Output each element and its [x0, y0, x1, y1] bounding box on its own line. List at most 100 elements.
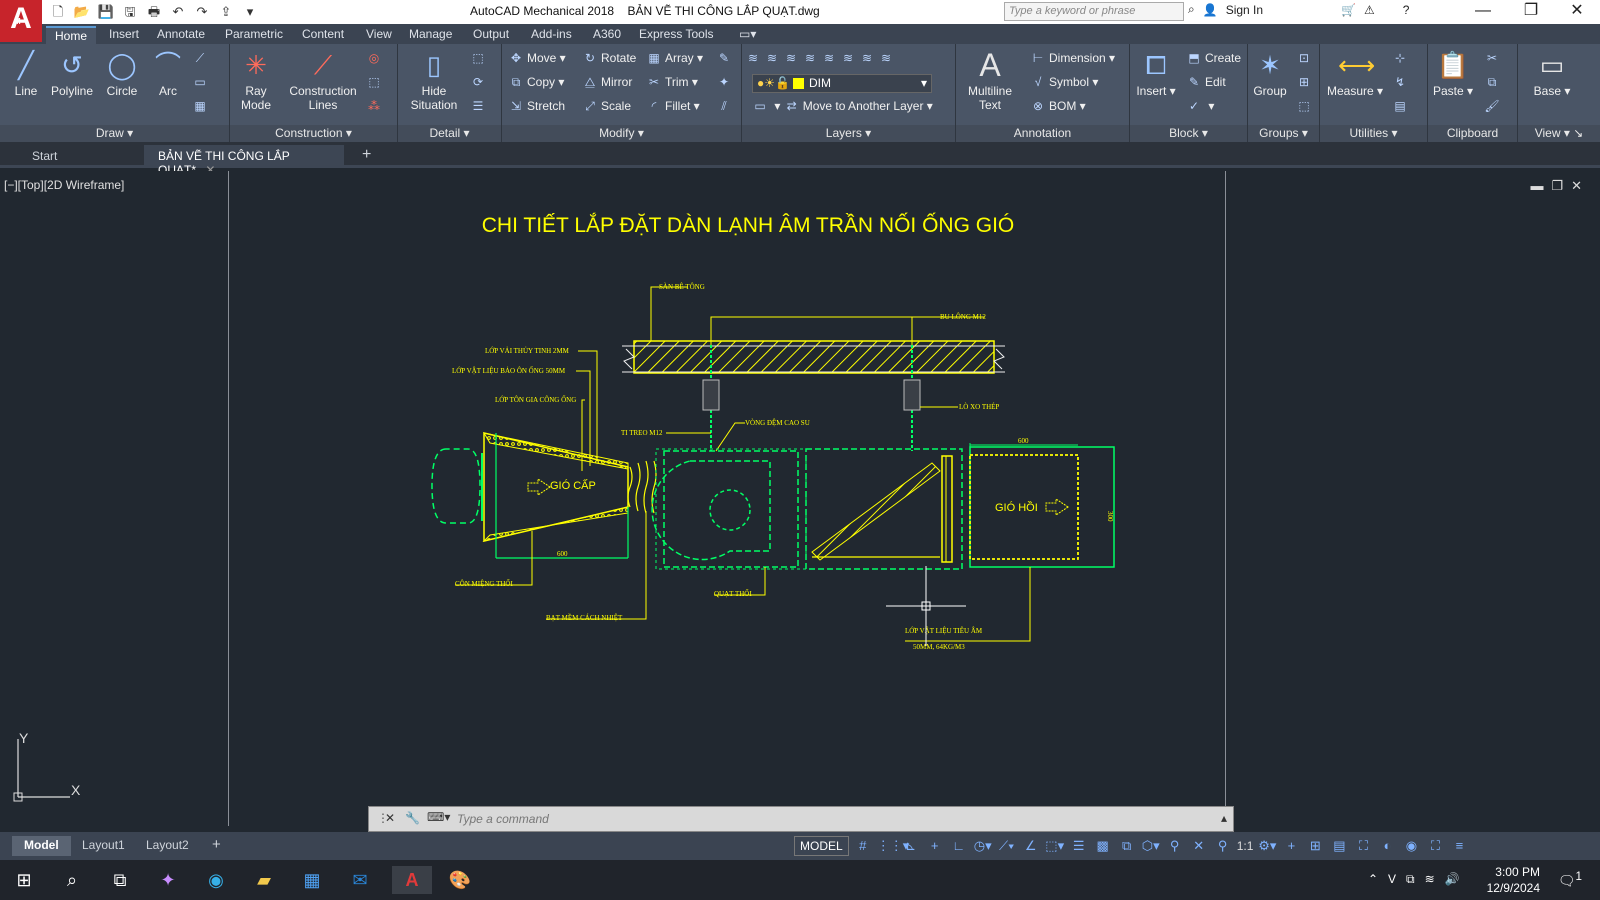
- panel-title-layers[interactable]: Layers ▾: [742, 125, 955, 142]
- ribbon-options-icon[interactable]: ▭▾: [730, 26, 765, 44]
- panel-title-construction[interactable]: Construction ▾: [230, 125, 397, 142]
- close-button[interactable]: ✕: [1554, 0, 1600, 24]
- help-icon[interactable]: ?: [1403, 3, 1410, 17]
- panel-title-modify[interactable]: Modify ▾: [502, 125, 741, 142]
- measure-button[interactable]: ⟷ Measure ▾: [1322, 48, 1388, 98]
- match-properties-button[interactable]: 🖌: [1484, 96, 1503, 116]
- drawing-viewport[interactable]: [−][Top][2D Wireframe] ▬❐✕ CHI TIẾT LẮP …: [0, 171, 1600, 826]
- system-tray-icons[interactable]: ⌃V⧉≋🔊: [1368, 872, 1470, 887]
- exchange-icon[interactable]: ⚠: [1364, 3, 1375, 17]
- tab-express-tools[interactable]: Express Tools: [630, 26, 722, 44]
- trim-button[interactable]: ✂ Trim ▾: [646, 72, 698, 92]
- clock[interactable]: 3:00 PM 12/9/2024: [1487, 864, 1540, 896]
- save-icon[interactable]: 💾: [96, 3, 116, 21]
- polyline-button[interactable]: ↺ Polyline: [46, 48, 98, 98]
- open-icon[interactable]: 📂: [72, 3, 92, 21]
- layer-dropdown[interactable]: ●☀🔓 DIM ▾: [752, 74, 932, 93]
- panel-title-utilities[interactable]: Utilities ▾: [1320, 125, 1427, 142]
- construction-circle-button[interactable]: ◎: [366, 48, 385, 68]
- create-block-button[interactable]: ⬒ Create: [1186, 48, 1241, 68]
- search-input[interactable]: Type a keyword or phrase: [1004, 2, 1184, 21]
- annotation-visibility-icon[interactable]: ✕: [1189, 836, 1209, 856]
- tab-view[interactable]: View: [357, 26, 401, 44]
- 3d-osnap-icon[interactable]: ⬡▾: [1141, 836, 1161, 856]
- infer-icon[interactable]: ⊾: [901, 836, 921, 856]
- tab-content[interactable]: Content: [293, 26, 353, 44]
- user-icon[interactable]: 👤: [1203, 3, 1218, 17]
- tab-parametric[interactable]: Parametric: [216, 26, 292, 44]
- annotation-monitor-icon[interactable]: ⚲: [1165, 836, 1185, 856]
- sign-in-link[interactable]: Sign In: [1226, 3, 1263, 17]
- modify-extra-1[interactable]: ✎: [716, 48, 735, 68]
- ray-mode-button[interactable]: ✳ Ray Mode: [230, 48, 282, 112]
- fillet-button[interactable]: ◜ Fillet ▾: [646, 96, 700, 116]
- ortho-icon[interactable]: ∟: [949, 836, 969, 856]
- cart-icon[interactable]: 🛒: [1341, 3, 1356, 17]
- construction-lines-button[interactable]: ⟋ Construction Lines: [280, 48, 366, 112]
- lock-ui-icon[interactable]: ⛶: [1353, 836, 1373, 856]
- store-icon[interactable]: ▦: [296, 866, 328, 894]
- cmd-close-icon[interactable]: ✕: [385, 811, 395, 825]
- notification-icon[interactable]: 🗨1: [1558, 870, 1582, 890]
- drawing-tab[interactable]: BẢN VẼ THI CÔNG LẮP QUẠT* ✕: [144, 145, 344, 177]
- annotation-scale[interactable]: 1:1: [1237, 839, 1254, 853]
- snap-icon[interactable]: ⋮⋮▾: [877, 836, 910, 856]
- new-tab-button[interactable]: +: [348, 145, 385, 167]
- cmd-recent-icon[interactable]: ⌨▾: [427, 810, 450, 824]
- panel-title-detail[interactable]: Detail ▾: [398, 125, 501, 142]
- stretch-button[interactable]: ⇲ Stretch: [508, 96, 565, 116]
- isolate-objects-icon[interactable]: ◐: [1377, 836, 1397, 856]
- edge-icon[interactable]: ◉: [200, 866, 232, 894]
- binoculars-icon[interactable]: ⌕: [1188, 2, 1195, 17]
- grid-icon[interactable]: #: [853, 836, 873, 856]
- saveas-icon[interactable]: 🖫: [120, 3, 140, 21]
- dynamic-input-icon[interactable]: +: [925, 836, 945, 856]
- modify-extra-2[interactable]: ✦: [716, 72, 735, 92]
- tab-a360[interactable]: A360: [584, 26, 630, 44]
- auto-scale-icon[interactable]: ⚲: [1213, 836, 1233, 856]
- panel-title-draw[interactable]: Draw ▾: [0, 125, 229, 142]
- lineweight-icon[interactable]: ☰: [1069, 836, 1089, 856]
- customization-menu-icon[interactable]: ≡: [1449, 836, 1469, 856]
- cmd-history-icon[interactable]: ▴: [1221, 811, 1227, 825]
- construction-more-button[interactable]: ⁂: [366, 96, 385, 116]
- autocad-taskbar-icon[interactable]: A: [392, 866, 432, 894]
- utility-tool-2[interactable]: ↯: [1392, 72, 1411, 92]
- add-layout-button[interactable]: +: [200, 836, 233, 856]
- print-icon[interactable]: 🖶: [144, 3, 164, 21]
- multiline-text-button[interactable]: A Multiline Text: [960, 48, 1020, 112]
- mirror-button[interactable]: ⧋ Mirror: [582, 72, 633, 92]
- tab-manage[interactable]: Manage: [400, 26, 461, 44]
- paint-icon[interactable]: 🎨: [444, 866, 476, 894]
- task-view-icon[interactable]: ⧉: [104, 866, 136, 894]
- arc-button[interactable]: ⌒ Arc: [142, 48, 194, 98]
- detail-tool-1[interactable]: ⬚: [470, 48, 489, 68]
- scale-button[interactable]: ⤢ Scale: [582, 96, 631, 116]
- tab-layout2[interactable]: Layout2: [134, 836, 201, 856]
- cut-button[interactable]: ✂: [1484, 48, 1503, 68]
- application-menu-button[interactable]: AM: [0, 0, 42, 42]
- new-icon[interactable]: 🗋: [48, 3, 68, 21]
- copy-clip-button[interactable]: ⧉: [1484, 72, 1503, 92]
- tab-model[interactable]: Model: [12, 836, 71, 856]
- tab-home[interactable]: Home: [46, 26, 97, 44]
- minimize-button[interactable]: —: [1460, 0, 1506, 24]
- cmd-customize-icon[interactable]: 🔧: [405, 811, 420, 825]
- detail-tool-3[interactable]: ☰: [470, 96, 489, 116]
- symbol-button[interactable]: √ Symbol ▾: [1030, 72, 1099, 92]
- windows-start-icon[interactable]: ⊞: [8, 866, 40, 894]
- polar-icon[interactable]: ◷▾: [973, 836, 993, 856]
- object-track-icon[interactable]: ∠: [1021, 836, 1041, 856]
- panel-title-groups[interactable]: Groups ▾: [1248, 125, 1319, 142]
- move-to-layer-button[interactable]: ▭ ▾ ⇄ Move to Another Layer ▾: [752, 96, 932, 116]
- copy-button[interactable]: ⧉ Copy ▾: [508, 72, 565, 92]
- command-input[interactable]: Type a command: [457, 812, 549, 826]
- group-button[interactable]: ✶ Group: [1248, 48, 1292, 98]
- file-explorer-icon[interactable]: ▰: [248, 866, 280, 894]
- tab-output[interactable]: Output: [464, 26, 518, 44]
- modify-extra-3[interactable]: ⫽: [716, 96, 735, 116]
- hardware-accel-icon[interactable]: ◉: [1401, 836, 1421, 856]
- copilot-icon[interactable]: ✦: [152, 866, 184, 894]
- workspace-gear-icon[interactable]: ⚙▾: [1257, 836, 1277, 856]
- quick-properties-icon[interactable]: ▤: [1329, 836, 1349, 856]
